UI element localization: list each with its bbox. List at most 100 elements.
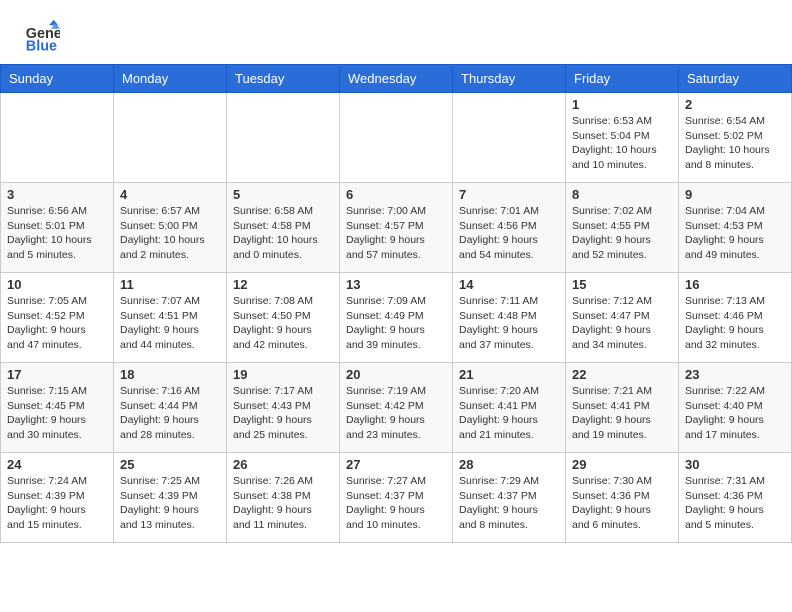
calendar-day-cell: 8 Sunrise: 7:02 AM Sunset: 4:55 PM Daylig… bbox=[566, 183, 679, 273]
day-number: 6 bbox=[346, 187, 446, 202]
day-info: Sunrise: 7:09 AM Sunset: 4:49 PM Dayligh… bbox=[346, 294, 446, 353]
day-info: Sunrise: 7:05 AM Sunset: 4:52 PM Dayligh… bbox=[7, 294, 107, 353]
weekday-header-cell: Tuesday bbox=[227, 65, 340, 93]
calendar-day-cell bbox=[1, 93, 114, 183]
day-info: Sunrise: 7:13 AM Sunset: 4:46 PM Dayligh… bbox=[685, 294, 785, 353]
calendar-day-cell: 24 Sunrise: 7:24 AM Sunset: 4:39 PM Dayli… bbox=[1, 453, 114, 543]
calendar-day-cell: 12 Sunrise: 7:08 AM Sunset: 4:50 PM Dayli… bbox=[227, 273, 340, 363]
calendar-day-cell: 23 Sunrise: 7:22 AM Sunset: 4:40 PM Dayli… bbox=[679, 363, 792, 453]
day-info: Sunrise: 7:12 AM Sunset: 4:47 PM Dayligh… bbox=[572, 294, 672, 353]
day-number: 2 bbox=[685, 97, 785, 112]
calendar-day-cell: 4 Sunrise: 6:57 AM Sunset: 5:00 PM Daylig… bbox=[114, 183, 227, 273]
calendar-day-cell bbox=[114, 93, 227, 183]
day-number: 24 bbox=[7, 457, 107, 472]
calendar-day-cell: 18 Sunrise: 7:16 AM Sunset: 4:44 PM Dayli… bbox=[114, 363, 227, 453]
day-info: Sunrise: 7:16 AM Sunset: 4:44 PM Dayligh… bbox=[120, 384, 220, 443]
day-number: 19 bbox=[233, 367, 333, 382]
day-number: 11 bbox=[120, 277, 220, 292]
weekday-header-row: SundayMondayTuesdayWednesdayThursdayFrid… bbox=[1, 65, 792, 93]
day-info: Sunrise: 7:25 AM Sunset: 4:39 PM Dayligh… bbox=[120, 474, 220, 533]
calendar-day-cell: 30 Sunrise: 7:31 AM Sunset: 4:36 PM Dayli… bbox=[679, 453, 792, 543]
day-number: 10 bbox=[7, 277, 107, 292]
calendar-day-cell bbox=[227, 93, 340, 183]
day-info: Sunrise: 7:08 AM Sunset: 4:50 PM Dayligh… bbox=[233, 294, 333, 353]
calendar-day-cell: 19 Sunrise: 7:17 AM Sunset: 4:43 PM Dayli… bbox=[227, 363, 340, 453]
day-info: Sunrise: 6:54 AM Sunset: 5:02 PM Dayligh… bbox=[685, 114, 785, 173]
logo-icon: General Blue bbox=[24, 18, 60, 54]
page-header: General Blue bbox=[0, 0, 792, 64]
day-info: Sunrise: 7:01 AM Sunset: 4:56 PM Dayligh… bbox=[459, 204, 559, 263]
day-info: Sunrise: 7:29 AM Sunset: 4:37 PM Dayligh… bbox=[459, 474, 559, 533]
day-info: Sunrise: 7:15 AM Sunset: 4:45 PM Dayligh… bbox=[7, 384, 107, 443]
day-number: 3 bbox=[7, 187, 107, 202]
day-number: 14 bbox=[459, 277, 559, 292]
day-number: 23 bbox=[685, 367, 785, 382]
calendar-day-cell: 15 Sunrise: 7:12 AM Sunset: 4:47 PM Dayli… bbox=[566, 273, 679, 363]
calendar-day-cell: 3 Sunrise: 6:56 AM Sunset: 5:01 PM Daylig… bbox=[1, 183, 114, 273]
weekday-header-cell: Monday bbox=[114, 65, 227, 93]
day-info: Sunrise: 7:11 AM Sunset: 4:48 PM Dayligh… bbox=[459, 294, 559, 353]
weekday-header-cell: Sunday bbox=[1, 65, 114, 93]
day-number: 15 bbox=[572, 277, 672, 292]
day-number: 7 bbox=[459, 187, 559, 202]
day-number: 20 bbox=[346, 367, 446, 382]
calendar-day-cell: 17 Sunrise: 7:15 AM Sunset: 4:45 PM Dayli… bbox=[1, 363, 114, 453]
day-info: Sunrise: 7:00 AM Sunset: 4:57 PM Dayligh… bbox=[346, 204, 446, 263]
day-number: 5 bbox=[233, 187, 333, 202]
day-number: 13 bbox=[346, 277, 446, 292]
day-number: 8 bbox=[572, 187, 672, 202]
day-info: Sunrise: 6:53 AM Sunset: 5:04 PM Dayligh… bbox=[572, 114, 672, 173]
calendar-day-cell: 27Sunrise: 7:27 AM Sunset: 4:37 PM Dayli… bbox=[340, 453, 453, 543]
calendar-day-cell: 2 Sunrise: 6:54 AM Sunset: 5:02 PM Daylig… bbox=[679, 93, 792, 183]
calendar-table: SundayMondayTuesdayWednesdayThursdayFrid… bbox=[0, 64, 792, 543]
day-info: Sunrise: 7:04 AM Sunset: 4:53 PM Dayligh… bbox=[685, 204, 785, 263]
calendar-day-cell: 13 Sunrise: 7:09 AM Sunset: 4:49 PM Dayli… bbox=[340, 273, 453, 363]
calendar-body: 1 Sunrise: 6:53 AM Sunset: 5:04 PM Daylig… bbox=[1, 93, 792, 543]
day-info: Sunrise: 6:58 AM Sunset: 4:58 PM Dayligh… bbox=[233, 204, 333, 263]
day-number: 1 bbox=[572, 97, 672, 112]
calendar-day-cell: 16Sunrise: 7:13 AM Sunset: 4:46 PM Dayli… bbox=[679, 273, 792, 363]
day-info: Sunrise: 7:26 AM Sunset: 4:38 PM Dayligh… bbox=[233, 474, 333, 533]
day-number: 9 bbox=[685, 187, 785, 202]
day-number: 22 bbox=[572, 367, 672, 382]
calendar-day-cell: 20Sunrise: 7:19 AM Sunset: 4:42 PM Dayli… bbox=[340, 363, 453, 453]
day-number: 29 bbox=[572, 457, 672, 472]
calendar-day-cell: 22 Sunrise: 7:21 AM Sunset: 4:41 PM Dayli… bbox=[566, 363, 679, 453]
day-number: 30 bbox=[685, 457, 785, 472]
day-number: 28 bbox=[459, 457, 559, 472]
calendar-day-cell: 25 Sunrise: 7:25 AM Sunset: 4:39 PM Dayli… bbox=[114, 453, 227, 543]
day-info: Sunrise: 7:31 AM Sunset: 4:36 PM Dayligh… bbox=[685, 474, 785, 533]
day-info: Sunrise: 6:56 AM Sunset: 5:01 PM Dayligh… bbox=[7, 204, 107, 263]
day-info: Sunrise: 7:17 AM Sunset: 4:43 PM Dayligh… bbox=[233, 384, 333, 443]
day-info: Sunrise: 7:07 AM Sunset: 4:51 PM Dayligh… bbox=[120, 294, 220, 353]
calendar-day-cell: 21 Sunrise: 7:20 AM Sunset: 4:41 PM Dayli… bbox=[453, 363, 566, 453]
day-number: 18 bbox=[120, 367, 220, 382]
calendar-week-row: 24 Sunrise: 7:24 AM Sunset: 4:39 PM Dayli… bbox=[1, 453, 792, 543]
day-number: 17 bbox=[7, 367, 107, 382]
calendar-day-cell: 10 Sunrise: 7:05 AM Sunset: 4:52 PM Dayli… bbox=[1, 273, 114, 363]
calendar-day-cell: 26Sunrise: 7:26 AM Sunset: 4:38 PM Dayli… bbox=[227, 453, 340, 543]
day-info: Sunrise: 7:27 AM Sunset: 4:37 PM Dayligh… bbox=[346, 474, 446, 533]
calendar-day-cell bbox=[340, 93, 453, 183]
calendar-day-cell: 9 Sunrise: 7:04 AM Sunset: 4:53 PM Daylig… bbox=[679, 183, 792, 273]
calendar-week-row: 1 Sunrise: 6:53 AM Sunset: 5:04 PM Daylig… bbox=[1, 93, 792, 183]
calendar-week-row: 10 Sunrise: 7:05 AM Sunset: 4:52 PM Dayli… bbox=[1, 273, 792, 363]
weekday-header-cell: Wednesday bbox=[340, 65, 453, 93]
day-number: 25 bbox=[120, 457, 220, 472]
day-info: Sunrise: 7:22 AM Sunset: 4:40 PM Dayligh… bbox=[685, 384, 785, 443]
day-number: 4 bbox=[120, 187, 220, 202]
calendar-day-cell: 28 Sunrise: 7:29 AM Sunset: 4:37 PM Dayli… bbox=[453, 453, 566, 543]
day-info: Sunrise: 7:30 AM Sunset: 4:36 PM Dayligh… bbox=[572, 474, 672, 533]
calendar-week-row: 3 Sunrise: 6:56 AM Sunset: 5:01 PM Daylig… bbox=[1, 183, 792, 273]
day-number: 12 bbox=[233, 277, 333, 292]
day-info: Sunrise: 7:21 AM Sunset: 4:41 PM Dayligh… bbox=[572, 384, 672, 443]
day-info: Sunrise: 7:24 AM Sunset: 4:39 PM Dayligh… bbox=[7, 474, 107, 533]
day-number: 21 bbox=[459, 367, 559, 382]
calendar-day-cell: 5 Sunrise: 6:58 AM Sunset: 4:58 PM Daylig… bbox=[227, 183, 340, 273]
calendar-day-cell: 7 Sunrise: 7:01 AM Sunset: 4:56 PM Daylig… bbox=[453, 183, 566, 273]
calendar-day-cell: 14 Sunrise: 7:11 AM Sunset: 4:48 PM Dayli… bbox=[453, 273, 566, 363]
day-info: Sunrise: 7:20 AM Sunset: 4:41 PM Dayligh… bbox=[459, 384, 559, 443]
calendar-week-row: 17 Sunrise: 7:15 AM Sunset: 4:45 PM Dayli… bbox=[1, 363, 792, 453]
day-info: Sunrise: 7:02 AM Sunset: 4:55 PM Dayligh… bbox=[572, 204, 672, 263]
day-info: Sunrise: 6:57 AM Sunset: 5:00 PM Dayligh… bbox=[120, 204, 220, 263]
